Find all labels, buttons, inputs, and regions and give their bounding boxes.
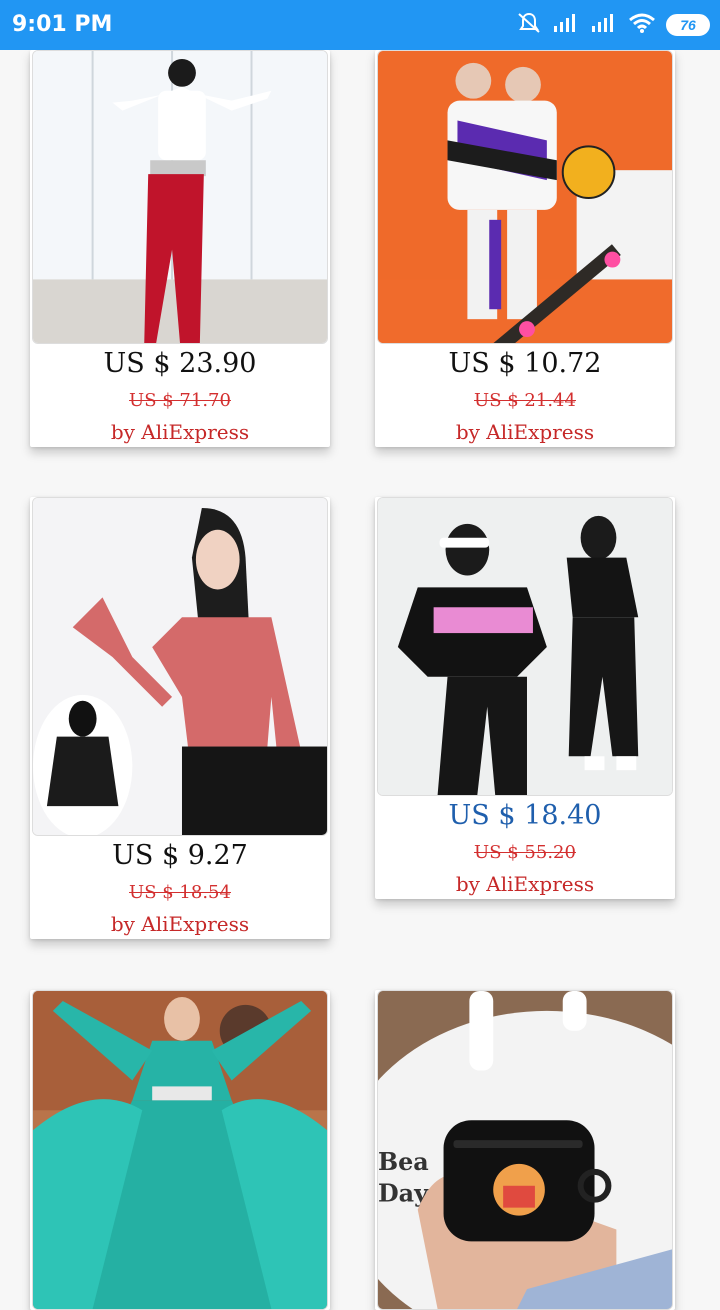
product-image[interactable] <box>32 50 328 344</box>
product-original-price: US $ 71.70 <box>129 390 231 411</box>
product-image[interactable] <box>377 497 673 796</box>
product-price: US $ 23.90 <box>103 348 257 379</box>
wifi-icon <box>628 12 656 39</box>
battery-icon: 76 <box>666 14 710 36</box>
product-image[interactable] <box>377 50 673 344</box>
product-price: US $ 9.27 <box>112 840 248 871</box>
product-card[interactable]: US $ 10.72 US $ 21.44 by AliExpress <box>375 50 675 447</box>
product-card[interactable] <box>30 990 330 1310</box>
signal-icon <box>590 12 618 39</box>
product-image[interactable] <box>32 497 328 836</box>
product-price: US $ 18.40 <box>448 800 602 831</box>
product-image[interactable] <box>32 990 328 1310</box>
product-seller[interactable]: by AliExpress <box>375 872 675 896</box>
product-card[interactable]: US $ 23.90 US $ 71.70 by AliExpress <box>30 50 330 447</box>
status-time: 9:01 PM <box>12 12 113 37</box>
product-card[interactable]: US $ 9.27 US $ 18.54 by AliExpress <box>30 497 330 939</box>
status-icons: 76 <box>516 10 710 40</box>
product-image[interactable]: Bea Day <box>377 990 673 1310</box>
signal-icon <box>552 12 580 39</box>
product-seller[interactable]: by AliExpress <box>30 912 330 936</box>
product-card[interactable]: US $ 18.40 US $ 55.20 by AliExpress <box>375 497 675 899</box>
product-original-price: US $ 55.20 <box>474 842 576 863</box>
silent-bell-icon <box>516 11 542 40</box>
status-bar: 9:01 PM 76 <box>0 0 720 50</box>
product-seller[interactable]: by AliExpress <box>30 420 330 444</box>
svg-text:Bea: Bea <box>378 1148 429 1176</box>
product-card[interactable]: Bea Day <box>375 990 675 1310</box>
product-price: US $ 10.72 <box>448 348 602 379</box>
product-seller[interactable]: by AliExpress <box>375 420 675 444</box>
product-original-price: US $ 21.44 <box>474 390 576 411</box>
product-original-price: US $ 18.54 <box>129 882 231 903</box>
